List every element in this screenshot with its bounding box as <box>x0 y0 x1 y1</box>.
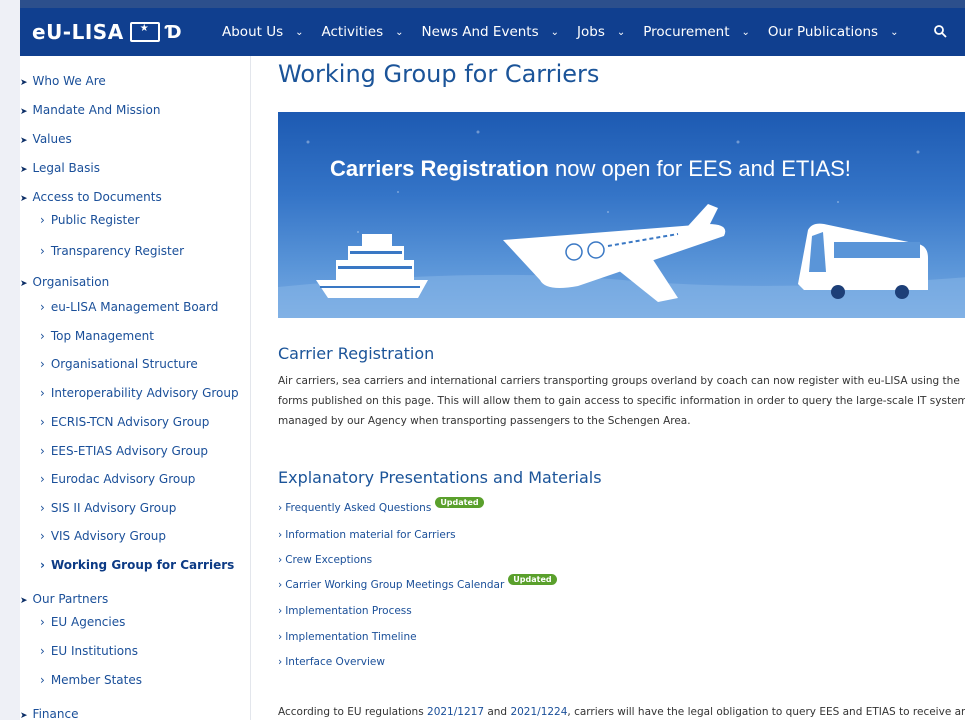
nav-label: Jobs <box>577 24 605 40</box>
logo-text: eU-LISA <box>32 20 124 44</box>
link-frequently-asked-questions[interactable]: › Frequently Asked Questions Updated <box>278 496 484 514</box>
banner-headline-bold: Carriers Registration <box>330 156 549 181</box>
link-implementation-timeline[interactable]: › Implementation Timeline <box>278 631 417 643</box>
sidebar-item-vis-advisory-group[interactable]: VIS Advisory Group <box>40 529 166 543</box>
regulation-link-2021-1224[interactable]: 2021/1224 <box>510 706 567 718</box>
link-label: Implementation Process <box>285 605 412 617</box>
nav-item-news-and-events[interactable]: News And Events ⌄ <box>422 24 560 40</box>
link-label: Implementation Timeline <box>285 631 417 643</box>
chevron-right-icon: › <box>278 631 283 643</box>
nav-label: Our Publications <box>767 24 879 40</box>
chevron-right-icon: › <box>278 579 283 591</box>
chevron-right-icon: › <box>278 502 283 514</box>
chevron-down-icon: ⌄ <box>395 26 404 38</box>
sidebar-item-management-board[interactable]: eu-LISA Management Board <box>40 300 219 314</box>
main-content: Working Group for Carriers Carriers Regi… <box>278 56 965 720</box>
carriers-registration-banner[interactable]: Carriers Registration now open for EES a… <box>278 112 965 318</box>
sidebar-item-our-partners[interactable]: Our Partners <box>20 592 109 606</box>
explanatory-materials-heading: Explanatory Presentations and Materials <box>278 468 602 487</box>
top-strip <box>20 0 965 8</box>
sidebar-item-who-we-are[interactable]: Who We Are <box>20 74 106 88</box>
sidebar-item-eu-agencies[interactable]: EU Agencies <box>40 615 126 629</box>
sidebar-item-interoperability-advisory-group[interactable]: Interoperability Advisory Group <box>40 386 239 400</box>
bus-icon <box>798 223 928 299</box>
legal-and: and <box>484 706 511 718</box>
sidebar-item-eurodac-advisory-group[interactable]: Eurodac Advisory Group <box>40 472 196 486</box>
logo-mark-icon: Ɗ <box>165 21 183 43</box>
link-implementation-process[interactable]: › Implementation Process <box>278 605 412 617</box>
sidebar-item-organisational-structure[interactable]: Organisational Structure <box>40 357 198 371</box>
sidebar-item-legal-basis[interactable]: Legal Basis <box>20 161 100 175</box>
link-label: Interface Overview <box>285 656 385 668</box>
chevron-right-icon: › <box>278 656 283 668</box>
nav-label: News And Events <box>421 24 539 40</box>
link-label: Information material for Carriers <box>285 529 456 541</box>
sidebar-item-ees-etias-advisory-group[interactable]: EES-ETIAS Advisory Group <box>40 444 208 458</box>
carrier-registration-text: Air carriers, sea carriers and internati… <box>278 375 965 427</box>
updated-badge: Updated <box>435 496 484 508</box>
banner-headline-rest: now open for EES and ETIAS! <box>548 156 851 181</box>
nav-label: Activities <box>321 24 384 40</box>
banner-headline: Carriers Registration now open for EES a… <box>330 156 851 182</box>
link-interface-overview[interactable]: › Interface Overview <box>278 656 385 668</box>
nav-label: Procurement <box>643 24 730 40</box>
nav-item-about-us[interactable]: About Us ⌄ <box>222 24 304 40</box>
chevron-down-icon: ⌄ <box>890 26 899 38</box>
sidebar-item-ecris-tcn-advisory-group[interactable]: ECRIS-TCN Advisory Group <box>40 415 210 429</box>
eu-lisa-logo[interactable]: eU-LISA Ɗ <box>32 20 182 44</box>
sidebar-item-access-to-documents[interactable]: Access to Documents <box>20 190 162 204</box>
chevron-down-icon: ⌄ <box>295 26 304 38</box>
page-title: Working Group for Carriers <box>278 60 600 88</box>
link-label: Carrier Working Group Meetings Calendar <box>285 579 505 591</box>
link-crew-exceptions[interactable]: › Crew Exceptions <box>278 554 372 566</box>
regulation-link-2021-1217[interactable]: 2021/1217 <box>427 706 484 718</box>
nav-item-activities[interactable]: Activities ⌄ <box>322 24 404 40</box>
legal-suffix: , carriers will have the legal obligatio… <box>567 706 965 718</box>
sidebar-item-transparency-register[interactable]: Transparency Register <box>40 244 184 258</box>
sidebar-item-sis-ii-advisory-group[interactable]: SIS II Advisory Group <box>40 501 177 515</box>
ship-icon <box>316 234 428 298</box>
carrier-registration-heading: Carrier Registration <box>278 344 435 363</box>
banner-illustration <box>278 130 965 318</box>
sidebar-item-values[interactable]: Values <box>20 132 72 146</box>
sidebar-item-public-register[interactable]: Public Register <box>40 213 140 227</box>
search-icon[interactable] <box>933 24 947 38</box>
sidebar: Who We Are Mandate And Mission Values Le… <box>20 56 251 720</box>
chevron-right-icon: › <box>278 554 283 566</box>
link-label: Crew Exceptions <box>285 554 373 566</box>
link-information-material-for-carriers[interactable]: › Information material for Carriers <box>278 529 456 541</box>
updated-badge: Updated <box>508 573 557 585</box>
sidebar-item-eu-institutions[interactable]: EU Institutions <box>40 644 138 658</box>
sidebar-item-working-group-for-carriers[interactable]: Working Group for Carriers <box>40 558 234 572</box>
sidebar-item-organisation[interactable]: Organisation <box>20 275 110 289</box>
sidebar-item-mandate-and-mission[interactable]: Mandate And Mission <box>20 103 161 117</box>
nav-item-our-publications[interactable]: Our Publications ⌄ <box>768 24 899 40</box>
sidebar-item-member-states[interactable]: Member States <box>40 673 142 687</box>
nav-item-jobs[interactable]: Jobs ⌄ <box>577 24 625 40</box>
eu-flag-icon <box>129 22 160 42</box>
legal-obligation-text: According to EU regulations 2021/1217 an… <box>278 706 965 718</box>
link-label: Frequently Asked Questions <box>285 502 432 514</box>
sidebar-item-finance[interactable]: Finance <box>20 707 79 720</box>
nav-item-procurement[interactable]: Procurement ⌄ <box>643 24 750 40</box>
chevron-right-icon: › <box>278 529 283 541</box>
legal-prefix: According to EU regulations <box>278 706 428 718</box>
chevron-down-icon: ⌄ <box>741 26 750 38</box>
page: eU-LISA Ɗ About Us ⌄ Activities ⌄ News A… <box>20 0 965 720</box>
nav-menu: About Us ⌄ Activities ⌄ News And Events … <box>222 8 916 56</box>
sidebar-item-top-management[interactable]: Top Management <box>40 329 154 343</box>
chevron-down-icon: ⌄ <box>550 26 560 38</box>
nav-label: About Us <box>222 24 284 40</box>
chevron-down-icon: ⌄ <box>616 26 626 38</box>
chevron-right-icon: › <box>278 605 283 617</box>
main-nav: eU-LISA Ɗ About Us ⌄ Activities ⌄ News A… <box>20 8 965 56</box>
link-carrier-working-group-meetings-calendar[interactable]: › Carrier Working Group Meetings Calenda… <box>278 573 557 591</box>
